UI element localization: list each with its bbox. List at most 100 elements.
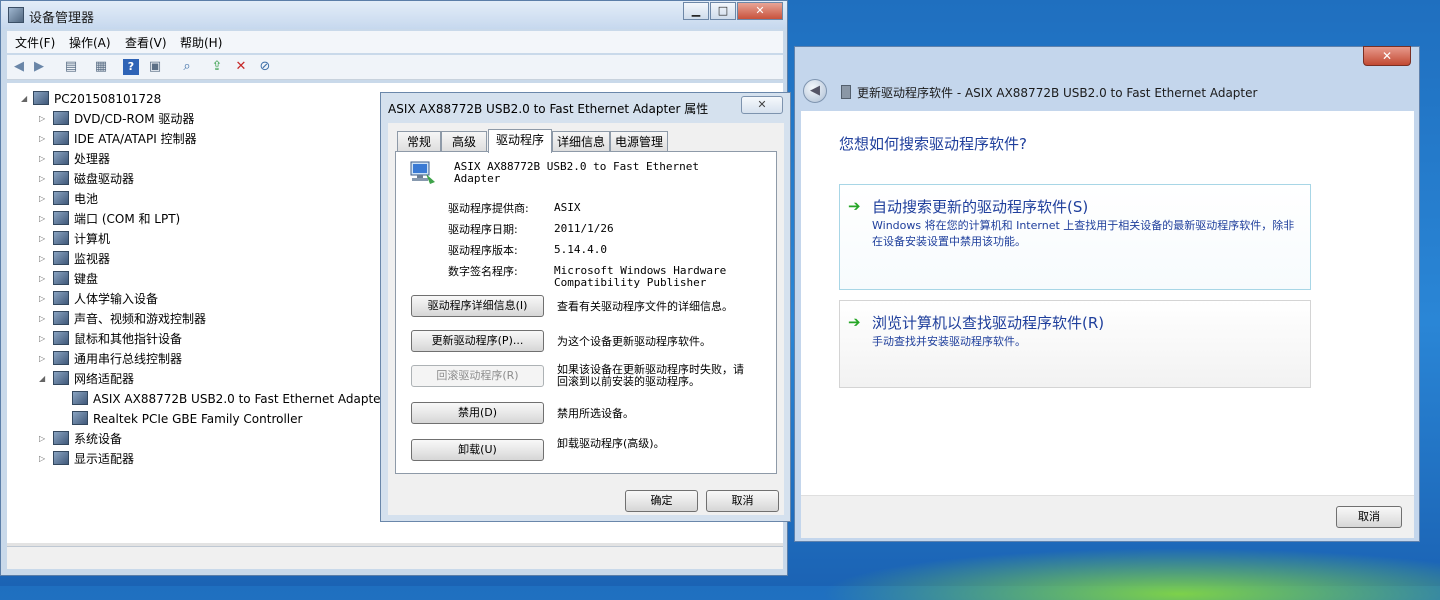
update-driver-button[interactable]: 更新驱动程序(P)...	[411, 330, 544, 352]
cancel-button[interactable]: 取消	[706, 490, 779, 512]
computer-icon	[33, 91, 49, 105]
auto-search-title: 自动搜索更新的驱动程序软件(S)	[872, 198, 1089, 216]
tab-driver[interactable]: 驱动程序	[488, 129, 552, 153]
back-arrow-icon[interactable]: ◀	[803, 79, 827, 103]
tab-details[interactable]: 详细信息	[552, 131, 610, 151]
tree-item-label: Realtek PCIe GBE Family Controller	[93, 412, 303, 426]
tree-item-label: 监视器	[74, 252, 111, 266]
disable-device-icon[interactable]: ⊘	[257, 59, 273, 75]
speaker-icon	[53, 311, 69, 325]
disable-button[interactable]: 禁用(D)	[411, 402, 544, 424]
tree-item-battery[interactable]: ▷ 电池	[39, 189, 99, 209]
browse-desc: 手动查找并安装驱动程序软件。	[872, 335, 1026, 348]
uninstall-icon[interactable]: ✕	[233, 59, 249, 75]
disk-drive-icon	[53, 171, 69, 185]
tree-item-system[interactable]: ▷ 系统设备	[39, 429, 123, 449]
tree-item-realtek-adapter[interactable]: Realtek PCIe GBE Family Controller	[72, 409, 302, 429]
tree-item-label: 端口 (COM 和 LPT)	[74, 212, 181, 226]
close-button[interactable]: ✕	[737, 2, 783, 20]
maximize-button[interactable]: □	[710, 2, 736, 20]
tab-advanced[interactable]: 高级	[441, 131, 487, 151]
tree-item-computer[interactable]: ▷ 计算机	[39, 229, 111, 249]
network-adapter-icon	[53, 371, 69, 385]
ok-button[interactable]: 确定	[625, 490, 698, 512]
rollback-driver-button[interactable]: 回滚驱动程序(R)	[411, 365, 544, 387]
field-signer-value-cont: Compatibility Publisher	[554, 276, 707, 289]
tree-item-label: 鼠标和其他指针设备	[74, 332, 183, 346]
green-arrow-icon: ➔	[848, 197, 861, 215]
help-icon[interactable]: ?	[123, 59, 139, 75]
optical-drive-icon	[53, 111, 69, 125]
tree-item-usb[interactable]: ▷ 通用串行总线控制器	[39, 349, 183, 369]
wizard-question: 您想如何搜索驱动程序软件?	[839, 135, 1027, 153]
tree-item-hid[interactable]: ▷ 人体学输入设备	[39, 289, 158, 309]
menu-help[interactable]: 帮助(H)	[180, 34, 222, 51]
update-driver-icon[interactable]: ⇪	[209, 59, 225, 75]
disable-desc: 禁用所选设备。	[557, 407, 634, 420]
scan-hardware-icon[interactable]: ⌕	[179, 59, 195, 75]
tree-item-processor[interactable]: ▷ 处理器	[39, 149, 110, 169]
menu-view[interactable]: 查看(V)	[125, 34, 167, 51]
wizard-cancel-button[interactable]: 取消	[1336, 506, 1402, 528]
properties-dialog: ASIX AX88772B USB2.0 to Fast Ethernet Ad…	[380, 92, 791, 522]
browse-option[interactable]: ➔ 浏览计算机以查找驱动程序软件(R) 手动查找并安装驱动程序软件。	[839, 300, 1311, 388]
tree-item-disk[interactable]: ▷ 磁盘驱动器	[39, 169, 134, 189]
tree-item-ports[interactable]: ▷ 端口 (COM 和 LPT)	[39, 209, 181, 229]
rollback-driver-desc-cont: 回滚到以前安装的驱动程序。	[557, 375, 700, 388]
forward-arrow-icon[interactable]: ▶	[31, 59, 47, 75]
tree-item-mouse[interactable]: ▷ 鼠标和其他指针设备	[39, 329, 183, 349]
tree-item-label: 网络适配器	[74, 372, 135, 386]
network-adapter-icon	[72, 391, 88, 405]
field-version-label: 驱动程序版本:	[448, 244, 518, 257]
properties-icon[interactable]: ▦	[93, 59, 109, 75]
network-adapter-icon	[72, 411, 88, 425]
menu-file[interactable]: 文件(F)	[15, 34, 55, 51]
field-signer-label: 数字签名程序:	[448, 265, 518, 278]
tree-item-label: ASIX AX88772B USB2.0 to Fast Ethernet Ad…	[93, 392, 386, 406]
tree-item-asix-adapter[interactable]: ASIX AX88772B USB2.0 to Fast Ethernet Ad…	[72, 389, 385, 409]
tree-item-label: 显示适配器	[74, 452, 135, 466]
field-date-label: 驱动程序日期:	[448, 223, 518, 236]
menu-bar: 文件(F) 操作(A) 查看(V) 帮助(H)	[7, 31, 783, 53]
tree-item-keyboard[interactable]: ▷ 键盘	[39, 269, 98, 289]
wizard-close-button[interactable]: ✕	[1363, 46, 1411, 66]
show-hide-tree-icon[interactable]: ▤	[63, 59, 79, 75]
tree-item-ide[interactable]: ▷ IDE ATA/ATAPI 控制器	[39, 129, 197, 149]
tree-item-dvd[interactable]: ▷ DVD/CD-ROM 驱动器	[39, 109, 195, 129]
usb-icon	[53, 351, 69, 365]
field-version-value: 5.14.4.0	[554, 243, 607, 256]
tree-item-display[interactable]: ▷ 显示适配器	[39, 449, 135, 469]
ide-controller-icon	[53, 131, 69, 145]
uninstall-button[interactable]: 卸载(U)	[411, 439, 544, 461]
port-icon	[53, 211, 69, 225]
field-provider-value: ASIX	[554, 201, 581, 214]
action-pane-icon[interactable]: ▣	[147, 59, 163, 75]
minimize-button[interactable]: ▁	[683, 2, 709, 20]
tab-power[interactable]: 电源管理	[610, 131, 668, 151]
processor-icon	[53, 151, 69, 165]
tree-item-network[interactable]: ◢ 网络适配器	[39, 369, 135, 389]
tree-item-label: DVD/CD-ROM 驱动器	[74, 112, 195, 126]
tree-item-sound[interactable]: ▷ 声音、视频和游戏控制器	[39, 309, 206, 329]
tree-item-label: 系统设备	[74, 432, 123, 446]
tree-item-label: 通用串行总线控制器	[74, 352, 183, 366]
tab-general[interactable]: 常规	[397, 131, 441, 151]
wizard-content: 您想如何搜索驱动程序软件? ➔ 自动搜索更新的驱动程序软件(S) Windows…	[801, 111, 1414, 495]
collapse-arrow-icon[interactable]: ◢	[21, 89, 27, 109]
device-manager-titlebar[interactable]: 设备管理器 ▁ □ ✕	[1, 1, 787, 29]
keyboard-icon	[53, 271, 69, 285]
driver-details-desc: 查看有关驱动程序文件的详细信息。	[557, 300, 733, 313]
back-arrow-icon[interactable]: ◀	[11, 59, 27, 75]
menu-action[interactable]: 操作(A)	[69, 34, 111, 51]
driver-details-button[interactable]: 驱动程序详细信息(I)	[411, 295, 544, 317]
auto-search-option[interactable]: ➔ 自动搜索更新的驱动程序软件(S) Windows 将在您的计算机和 Inte…	[839, 184, 1311, 290]
tree-root[interactable]: ◢ PC201508101728	[21, 89, 161, 109]
tree-item-label: 计算机	[74, 232, 111, 246]
uninstall-desc: 卸载驱动程序(高级)。	[557, 437, 665, 450]
tree-item-monitor[interactable]: ▷ 监视器	[39, 249, 111, 269]
tree-item-label: 电池	[74, 192, 99, 206]
monitor-icon	[53, 251, 69, 265]
dialog-close-button[interactable]: ✕	[741, 96, 783, 114]
driver-tab-panel: ASIX AX88772B USB2.0 to Fast Ethernet Ad…	[395, 151, 777, 474]
auto-search-desc: Windows 将在您的计算机和 Internet 上查找用于相关设备的最新驱动…	[872, 219, 1295, 248]
